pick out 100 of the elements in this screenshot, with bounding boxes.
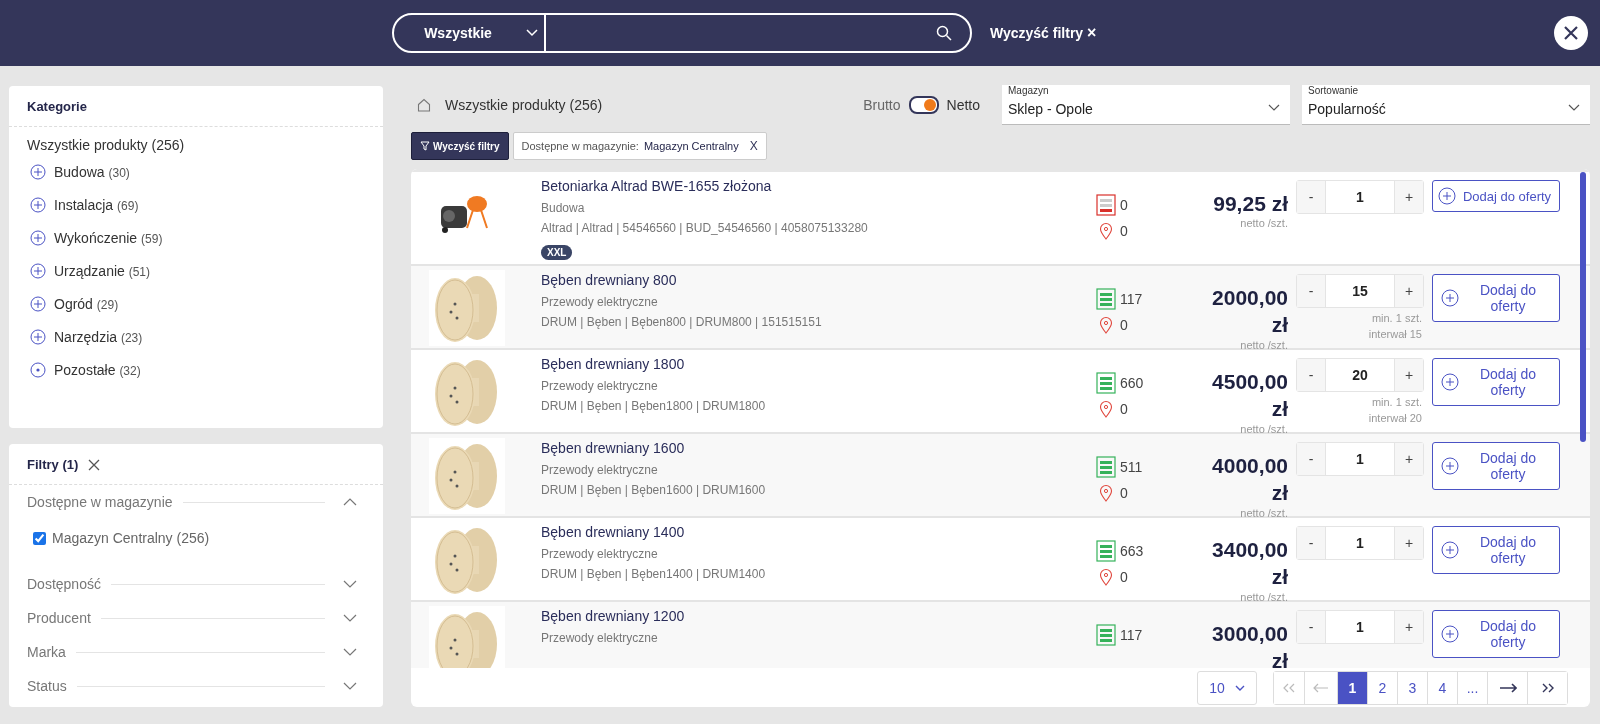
category-item[interactable]: Instalacja (69): [54, 196, 139, 213]
chevron-down-icon: [1268, 104, 1280, 112]
page-size-select[interactable]: 10: [1197, 671, 1257, 705]
scrollbar[interactable]: [1580, 172, 1586, 442]
clear-filters-button[interactable]: Wyczyść filtry: [411, 132, 509, 160]
decrease-button[interactable]: -: [1297, 275, 1325, 307]
double-chevron-left-icon: [1282, 683, 1296, 693]
last-page-button[interactable]: [1527, 672, 1567, 704]
product-category: Przewody elektryczne: [541, 463, 659, 477]
product-name[interactable]: Bęben drewniany 1400: [541, 524, 1096, 540]
stock-count: 660: [1120, 375, 1144, 391]
price: 4000,00 zł: [1211, 453, 1288, 507]
add-to-offer-button[interactable]: Dodaj do oferty: [1432, 358, 1560, 406]
plus-circle-icon: [1441, 457, 1459, 475]
filter-group-title[interactable]: Dostępne w magazynie: [27, 494, 173, 510]
chip-label: Dostępne w magazynie:: [521, 140, 639, 152]
price: 99,25 zł: [1212, 191, 1288, 217]
page-button[interactable]: 1: [1337, 672, 1367, 704]
chevron-down-icon[interactable]: [343, 682, 357, 690]
category-item[interactable]: Ogród (29): [54, 295, 119, 312]
increase-button[interactable]: +: [1395, 443, 1423, 475]
plus-circle-icon[interactable]: [30, 196, 46, 213]
toggle-label: Brutto: [863, 97, 901, 113]
quantity-note: interwał 15: [1367, 328, 1422, 340]
product-category: Przewody elektryczne: [541, 379, 659, 393]
stock-count: 0: [1120, 197, 1128, 213]
location-stock-count: 0: [1120, 569, 1128, 585]
chevron-up-icon[interactable]: [343, 498, 357, 506]
product-name[interactable]: Bęben drewniany 1800: [541, 356, 1096, 372]
plus-circle-icon: [1441, 289, 1459, 307]
filter-option-label[interactable]: Magazyn Centralny (256): [52, 530, 210, 546]
decrease-button[interactable]: -: [1297, 359, 1325, 391]
breadcrumb: Wszystkie produkty (256): [445, 97, 603, 113]
product-name[interactable]: Bęben drewniany 1200: [541, 608, 1096, 624]
filter-group-title[interactable]: Status: [27, 678, 67, 694]
remove-chip-button[interactable]: X: [743, 139, 758, 153]
close-button[interactable]: [1554, 16, 1588, 50]
decrease-button[interactable]: -: [1297, 611, 1325, 643]
plus-circle-icon[interactable]: [30, 229, 46, 246]
decrease-button[interactable]: -: [1297, 443, 1325, 475]
product-name[interactable]: Bęben drewniany 800: [541, 272, 1096, 288]
chevron-down-icon[interactable]: [343, 648, 357, 656]
size-badge: XXL: [541, 245, 573, 260]
chevron-down-icon: [1568, 104, 1580, 112]
add-to-offer-button[interactable]: Dodaj do oferty: [1432, 442, 1560, 490]
add-to-offer-button[interactable]: Dodaj do oferty: [1432, 526, 1560, 574]
plus-circle-icon: [1438, 187, 1456, 205]
product-codes: DRUM | Bęben | Bęben800 | DRUM800 | 151515151: [541, 315, 823, 329]
category-item[interactable]: Narzędzia (23): [54, 328, 143, 345]
category-item[interactable]: Pozostałe (32): [54, 361, 141, 378]
filter-group-title[interactable]: Dostępność: [27, 576, 101, 592]
product-category: Przewody elektryczne: [541, 295, 659, 309]
select-field[interactable]: Magazyn Sklep - Opole: [1002, 85, 1290, 125]
quantity-note: interwał 20: [1367, 412, 1422, 424]
add-to-offer-button[interactable]: Dodaj do oferty: [1432, 180, 1560, 212]
category-item[interactable]: Wszystkie produkty (256): [27, 137, 365, 153]
select-field[interactable]: Sortowanie Popularność: [1302, 85, 1590, 125]
home-icon[interactable]: [417, 98, 431, 112]
chevron-down-icon[interactable]: [343, 580, 357, 588]
toggle-switch[interactable]: [908, 96, 939, 114]
category-item[interactable]: Budowa (30): [54, 163, 130, 180]
plus-circle-icon[interactable]: [30, 295, 46, 312]
add-to-offer-button[interactable]: Dodaj do oferty: [1432, 610, 1560, 658]
panel-title: Filtry (1): [27, 457, 79, 472]
close-icon[interactable]: [88, 458, 101, 471]
location-stock-count: 0: [1120, 401, 1128, 417]
increase-button[interactable]: +: [1395, 275, 1423, 307]
plus-circle-icon: [1441, 625, 1459, 643]
decrease-button[interactable]: -: [1297, 181, 1325, 213]
plus-circle-icon[interactable]: [30, 163, 46, 180]
category-item[interactable]: Wykończenie (59): [54, 229, 163, 246]
plus-circle-icon[interactable]: [30, 328, 46, 345]
filter-group-title[interactable]: Producent: [27, 610, 91, 626]
price: 4500,00 zł: [1211, 369, 1288, 423]
clear-filters-link[interactable]: Wyczyść filtry ×: [984, 23, 1103, 43]
location-stock-count: 0: [1120, 317, 1128, 333]
toggle-label: Netto: [946, 97, 980, 113]
add-to-offer-button[interactable]: Dodaj do oferty: [1432, 274, 1560, 322]
increase-button[interactable]: +: [1395, 181, 1423, 213]
product-name[interactable]: Betoniarka Altrad BWE-1655 złożona: [541, 178, 1096, 194]
category-item[interactable]: Urządzanie (51): [54, 262, 151, 279]
increase-button[interactable]: +: [1395, 527, 1423, 559]
product-codes: Altrad | Altrad | 54546560 | BUD_54546560 | 4058075133280: [541, 221, 869, 235]
increase-button[interactable]: +: [1395, 359, 1423, 391]
chevron-down-icon[interactable]: [343, 614, 357, 622]
plus-circle-icon[interactable]: [30, 262, 46, 279]
panel-title: Kategorie: [9, 86, 383, 127]
decrease-button[interactable]: -: [1297, 527, 1325, 559]
dot-circle-icon[interactable]: [30, 361, 46, 378]
checkbox[interactable]: [33, 531, 46, 545]
product-name[interactable]: Bęben drewniany 1600: [541, 440, 1096, 456]
increase-button[interactable]: +: [1395, 611, 1423, 643]
stock-count: 117: [1120, 627, 1143, 643]
price-unit: netto /szt.: [1239, 422, 1288, 435]
double-chevron-right-icon: [1540, 683, 1555, 693]
stock-count: 511: [1120, 459, 1143, 475]
filter-group-title[interactable]: Marka: [27, 644, 66, 660]
plus-circle-icon: [1441, 373, 1459, 391]
price-unit: netto /szt.: [1239, 338, 1288, 351]
product-codes: DRUM | Bęben | Bęben1600 | DRUM1600: [541, 483, 767, 497]
